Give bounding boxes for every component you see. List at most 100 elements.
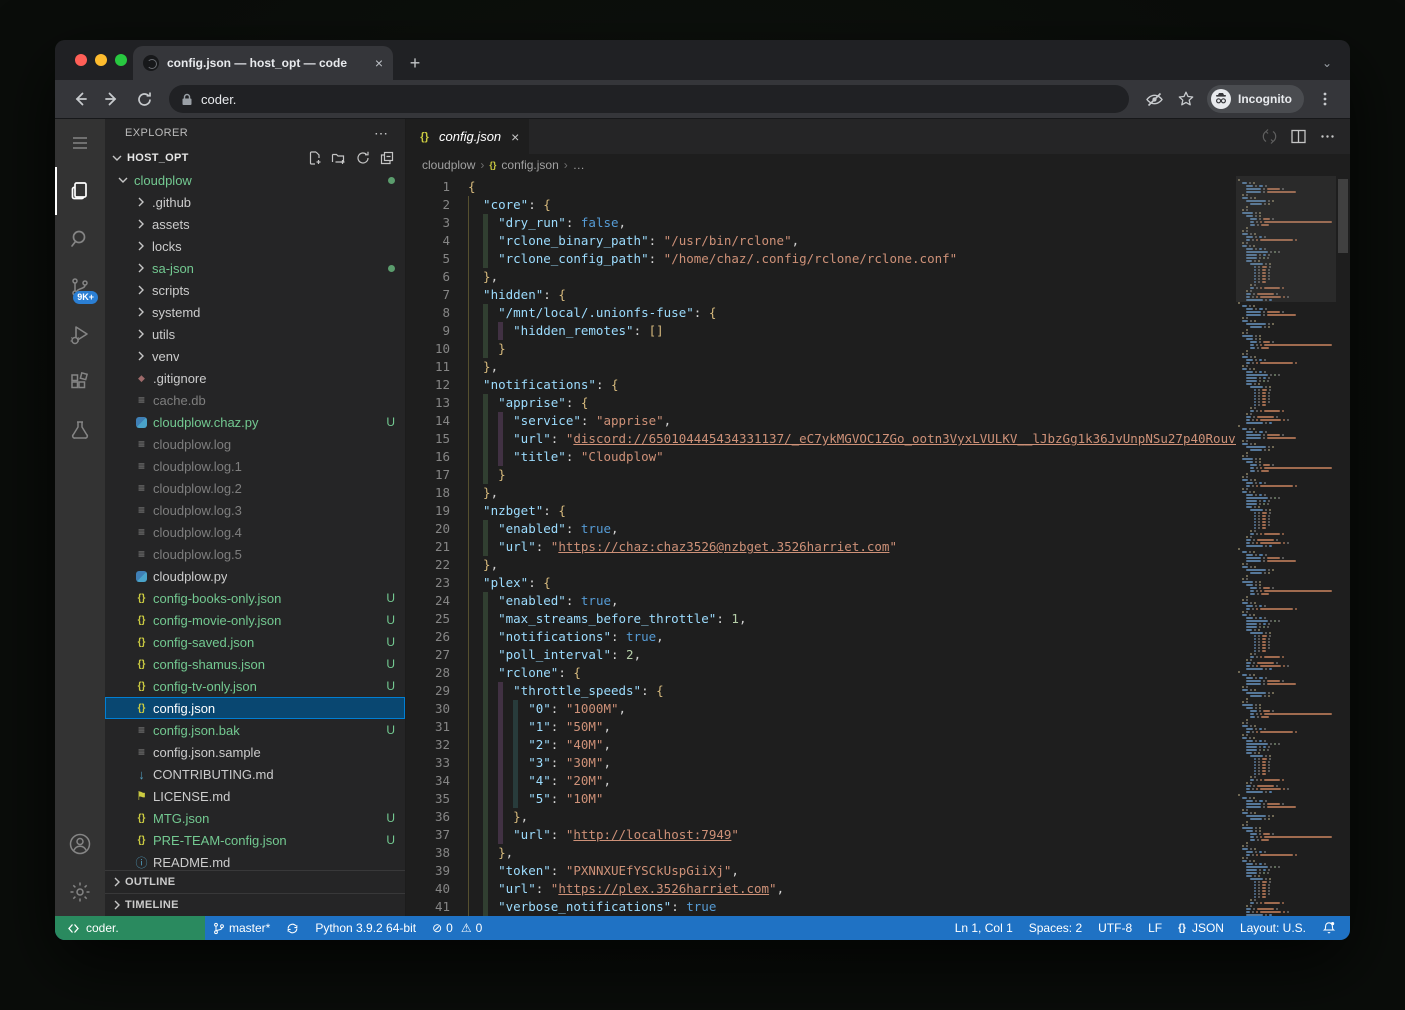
tree-item-cloudplow-log[interactable]: ≡cloudplow.log bbox=[105, 433, 405, 455]
tree-item-config-books-only-json[interactable]: {}config-books-only.jsonU bbox=[105, 587, 405, 609]
tree-item-mtg-json[interactable]: {}MTG.jsonU bbox=[105, 807, 405, 829]
tree-item-label: README.md bbox=[153, 855, 230, 870]
breadcrumb-folder[interactable]: cloudplow bbox=[422, 158, 475, 172]
tree-item--gitignore[interactable]: ◆.gitignore bbox=[105, 367, 405, 389]
minimap-slider[interactable] bbox=[1236, 176, 1336, 302]
search-activity-icon[interactable] bbox=[55, 215, 105, 263]
browser-menu-kebab-icon[interactable] bbox=[1310, 84, 1340, 114]
encoding-item[interactable]: UTF-8 bbox=[1090, 916, 1140, 940]
tree-item-venv[interactable]: venv bbox=[105, 345, 405, 367]
extensions-activity-icon[interactable] bbox=[55, 359, 105, 407]
breadcrumb-symbol[interactable]: … bbox=[573, 158, 585, 172]
code-line-39: 39"token": "PXNNXUEfYSCkUspGiiXj", bbox=[406, 862, 1236, 880]
tab-close-button[interactable]: × bbox=[375, 56, 383, 70]
tree-item-cloudplow-log-1[interactable]: ≡cloudplow.log.1 bbox=[105, 455, 405, 477]
collapse-all-icon[interactable] bbox=[379, 150, 395, 166]
python-interpreter-item[interactable]: Python 3.9.2 64-bit bbox=[307, 916, 424, 940]
git-branch-item[interactable]: master* bbox=[205, 916, 278, 940]
timeline-section[interactable]: TIMELINE bbox=[105, 893, 405, 916]
eye-off-icon[interactable] bbox=[1139, 84, 1169, 114]
file-icon: ≡ bbox=[133, 458, 150, 474]
tree-item-contributing-md[interactable]: ↓CONTRIBUTING.md bbox=[105, 763, 405, 785]
tree-item-cache-db[interactable]: ≡cache.db bbox=[105, 389, 405, 411]
editor-tab-close-icon[interactable]: × bbox=[511, 129, 519, 145]
reload-button[interactable] bbox=[129, 84, 159, 114]
sync-changes-button[interactable] bbox=[278, 916, 307, 940]
tree-item-cloudplow-py[interactable]: cloudplow.py bbox=[105, 565, 405, 587]
problems-item[interactable]: ⊘ 0 ⚠ 0 bbox=[424, 916, 490, 940]
git-modified-dot bbox=[388, 177, 395, 184]
editor-more-actions-icon[interactable] bbox=[1319, 128, 1336, 145]
minimize-window-button[interactable] bbox=[95, 54, 107, 66]
split-editor-icon[interactable] bbox=[1290, 128, 1307, 145]
url-bar[interactable]: coder. bbox=[169, 85, 1129, 113]
tree-item-pre-team-config-json[interactable]: {}PRE-TEAM-config.jsonU bbox=[105, 829, 405, 851]
zoom-window-button[interactable] bbox=[115, 54, 127, 66]
tree-item-systemd[interactable]: systemd bbox=[105, 301, 405, 323]
close-window-button[interactable] bbox=[75, 54, 87, 66]
tree-item-cloudplow-chaz-py[interactable]: cloudplow.chaz.pyU bbox=[105, 411, 405, 433]
tree-item-sa-json[interactable]: sa-json bbox=[105, 257, 405, 279]
tree-item-label: .gitignore bbox=[153, 371, 206, 386]
editor-scrollbar[interactable] bbox=[1336, 176, 1350, 916]
tree-item-locks[interactable]: locks bbox=[105, 235, 405, 257]
minimap[interactable] bbox=[1236, 176, 1336, 916]
incognito-badge[interactable]: Incognito bbox=[1207, 85, 1304, 113]
tree-item-config-saved-json[interactable]: {}config-saved.jsonU bbox=[105, 631, 405, 653]
new-file-icon[interactable] bbox=[307, 150, 323, 166]
remote-indicator[interactable]: coder. bbox=[55, 916, 205, 940]
cursor-position-item[interactable]: Ln 1, Col 1 bbox=[947, 916, 1021, 940]
workspace-section-header[interactable]: HOST_OPT bbox=[105, 147, 405, 169]
editor-scrollbar-thumb[interactable] bbox=[1338, 179, 1348, 253]
tree-item-cloudplow-log-2[interactable]: ≡cloudplow.log.2 bbox=[105, 477, 405, 499]
back-button[interactable] bbox=[65, 84, 95, 114]
run-debug-activity-icon[interactable] bbox=[55, 311, 105, 359]
tree-item-config-json-bak[interactable]: ≡config.json.bakU bbox=[105, 719, 405, 741]
keyboard-layout-item[interactable]: Layout: U.S. bbox=[1232, 916, 1314, 940]
python-file-icon bbox=[133, 414, 150, 430]
vscode-workbench: 9K+ bbox=[55, 118, 1350, 940]
new-folder-icon[interactable] bbox=[331, 150, 347, 166]
outline-section[interactable]: OUTLINE bbox=[105, 870, 405, 893]
tree-item-label: cloudplow.log bbox=[153, 437, 231, 452]
tree-item-utils[interactable]: utils bbox=[105, 323, 405, 345]
tree-item-config-json-sample[interactable]: ≡config.json.sample bbox=[105, 741, 405, 763]
editor-tab-config-json[interactable]: {} config.json × bbox=[406, 119, 529, 154]
tree-item-readme-md[interactable]: ⓘREADME.md bbox=[105, 851, 405, 870]
explorer-more-actions-icon[interactable]: ⋯ bbox=[374, 125, 389, 142]
forward-button[interactable] bbox=[97, 84, 127, 114]
breadcrumb-file[interactable]: config.json bbox=[501, 158, 558, 172]
open-changes-icon[interactable] bbox=[1261, 128, 1278, 145]
tree-item-config-tv-only-json[interactable]: {}config-tv-only.jsonU bbox=[105, 675, 405, 697]
new-tab-button[interactable]: + bbox=[401, 49, 429, 77]
tree-item-config-shamus-json[interactable]: {}config-shamus.jsonU bbox=[105, 653, 405, 675]
notifications-bell-icon[interactable] bbox=[1314, 916, 1344, 940]
tree-item-license-md[interactable]: ⚑LICENSE.md bbox=[105, 785, 405, 807]
code-line-41: 41"verbose_notifications": true bbox=[406, 898, 1236, 916]
tree-item-config-movie-only-json[interactable]: {}config-movie-only.jsonU bbox=[105, 609, 405, 631]
settings-gear-activity-icon[interactable] bbox=[55, 868, 105, 916]
tab-search-chevron-icon[interactable]: ⌄ bbox=[1322, 56, 1332, 70]
tree-item-assets[interactable]: assets bbox=[105, 213, 405, 235]
bookmark-star-icon[interactable] bbox=[1171, 84, 1201, 114]
tree-item-scripts[interactable]: scripts bbox=[105, 279, 405, 301]
code-editor[interactable]: 1{2"core": {3"dry_run": false,4"rclone_b… bbox=[406, 176, 1350, 916]
browser-tab[interactable]: config.json — host_opt — code × bbox=[133, 46, 393, 80]
indentation-item[interactable]: Spaces: 2 bbox=[1021, 916, 1090, 940]
tree-item--github[interactable]: .github bbox=[105, 191, 405, 213]
tree-item-cloudplow[interactable]: cloudplow bbox=[105, 169, 405, 191]
tree-item-cloudplow-log-3[interactable]: ≡cloudplow.log.3 bbox=[105, 499, 405, 521]
tree-item-label: locks bbox=[152, 239, 182, 254]
source-control-activity-icon[interactable]: 9K+ bbox=[55, 263, 105, 311]
tree-item-cloudplow-log-4[interactable]: ≡cloudplow.log.4 bbox=[105, 521, 405, 543]
language-mode-item[interactable]: {} JSON bbox=[1170, 916, 1232, 940]
eol-item[interactable]: LF bbox=[1140, 916, 1170, 940]
json-file-icon: {} bbox=[489, 160, 496, 170]
tree-item-config-json[interactable]: {}config.json bbox=[105, 697, 405, 719]
account-activity-icon[interactable] bbox=[55, 820, 105, 868]
testing-beaker-activity-icon[interactable] bbox=[55, 407, 105, 455]
refresh-icon[interactable] bbox=[355, 150, 371, 166]
explorer-activity-icon[interactable] bbox=[55, 167, 105, 215]
menu-hamburger-icon[interactable] bbox=[55, 119, 105, 167]
tree-item-cloudplow-log-5[interactable]: ≡cloudplow.log.5 bbox=[105, 543, 405, 565]
